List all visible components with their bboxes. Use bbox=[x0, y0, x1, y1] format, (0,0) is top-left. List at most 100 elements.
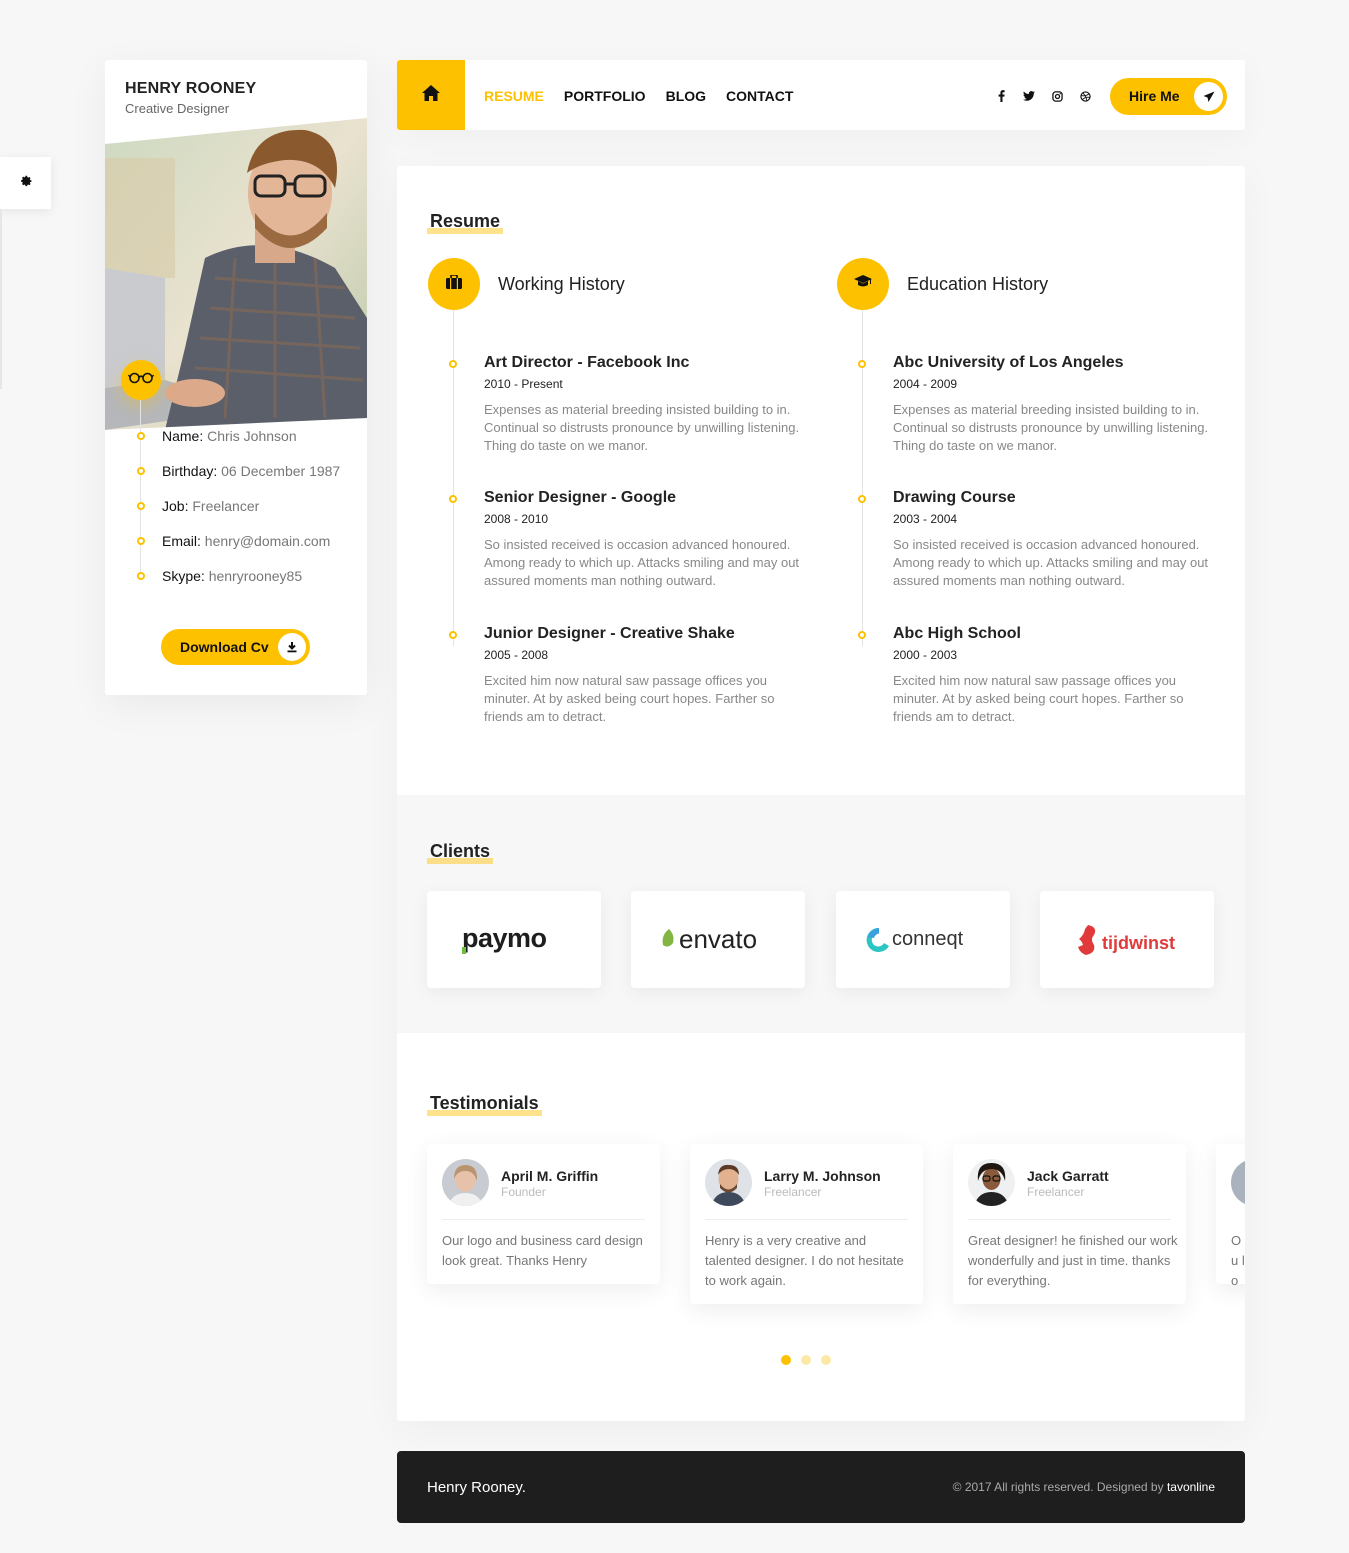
timeline-bullet bbox=[858, 631, 866, 639]
hire-me-button[interactable]: Hire Me bbox=[1110, 78, 1227, 115]
testimonial-name: Larry M. Johnson bbox=[764, 1168, 881, 1184]
carousel-dot[interactable] bbox=[821, 1355, 831, 1365]
avatar bbox=[968, 1159, 1015, 1206]
info-label: Birthday: bbox=[162, 463, 218, 479]
education-description: So insisted received is occasion advance… bbox=[893, 537, 1209, 588]
download-icon bbox=[278, 633, 306, 661]
profile-card: HENRY ROONEY Creative Designer Name: Chr… bbox=[105, 60, 367, 695]
testimonial-role: Founder bbox=[501, 1185, 546, 1199]
info-row-email: Email: henry@domain.com bbox=[135, 532, 365, 567]
settings-toggle-button[interactable] bbox=[0, 157, 51, 209]
glasses-badge bbox=[121, 360, 161, 400]
divider bbox=[705, 1219, 908, 1220]
carousel-dot-active[interactable] bbox=[781, 1355, 791, 1365]
designer-link[interactable]: tavonline bbox=[1167, 1480, 1215, 1494]
timeline-bullet bbox=[449, 360, 457, 368]
nav-link-contact[interactable]: CONTACT bbox=[726, 88, 793, 104]
timeline-bullet bbox=[858, 360, 866, 368]
timeline-bullet bbox=[449, 495, 457, 503]
info-bullet bbox=[137, 432, 145, 440]
resume-section-title: Resume bbox=[427, 211, 504, 234]
client-logo-conneqt[interactable]: conneqt bbox=[836, 891, 1010, 988]
copyright-text: © 2017 All rights reserved. Designed by bbox=[952, 1480, 1164, 1494]
paymo-logo: paymo bbox=[462, 925, 547, 954]
testimonials-title-text: Testimonials bbox=[430, 1093, 539, 1113]
divider bbox=[968, 1219, 1171, 1220]
info-bullet bbox=[137, 572, 145, 580]
svg-text:envato: envato bbox=[679, 925, 757, 954]
education-years: 2003 - 2004 bbox=[893, 512, 958, 526]
twitter-icon[interactable] bbox=[1022, 89, 1036, 103]
info-value: henryrooney85 bbox=[208, 568, 303, 584]
edge-line bbox=[0, 209, 2, 389]
testimonial-card: Larry M. Johnson Freelancer Henry is a v… bbox=[690, 1144, 923, 1304]
client-logo-tijdwinst[interactable]: tijdwinst bbox=[1040, 891, 1214, 988]
education-years: 2004 - 2009 bbox=[893, 377, 958, 391]
job-title: Art Director - Facebook Inc bbox=[484, 354, 690, 371]
testimonial-role: Freelancer bbox=[764, 1185, 822, 1199]
education-description: Excited him now natural saw passage offi… bbox=[893, 673, 1184, 724]
conneqt-logo: conneqt bbox=[866, 927, 964, 952]
svg-text:paymo: paymo bbox=[462, 925, 547, 953]
svg-text:conneqt: conneqt bbox=[892, 928, 964, 950]
testimonial-role: Freelancer bbox=[1027, 1185, 1085, 1199]
clients-section-title: Clients bbox=[427, 841, 494, 864]
send-icon bbox=[1194, 82, 1223, 111]
job-description: Excited him now natural saw passage offi… bbox=[484, 673, 775, 724]
info-label: Name: bbox=[162, 428, 204, 444]
info-row-birthday: Birthday: 06 December 1987 bbox=[135, 462, 365, 497]
testimonial-card-partial: Ou lo bbox=[1216, 1144, 1245, 1288]
education-title: Drawing Course bbox=[893, 489, 1016, 506]
info-row-skype: Skype: henryrooney85 bbox=[135, 567, 365, 597]
glasses-icon bbox=[127, 371, 155, 389]
instagram-icon[interactable] bbox=[1050, 89, 1064, 103]
education-title: Abc University of Los Angeles bbox=[893, 354, 1124, 371]
education-history-title: Education History bbox=[907, 274, 1049, 294]
profile-info-list: Name: Chris Johnson Birthday: 06 Decembe… bbox=[135, 427, 365, 597]
avatar bbox=[705, 1159, 752, 1206]
testimonials-section-title: Testimonials bbox=[427, 1093, 542, 1116]
resume-title-text: Resume bbox=[430, 211, 501, 231]
top-navigation: RESUME PORTFOLIO BLOG CONTACT Hire Me bbox=[397, 60, 1245, 130]
download-cv-button[interactable]: Download Cv bbox=[161, 629, 310, 665]
avatar bbox=[442, 1159, 489, 1206]
nav-link-resume[interactable]: RESUME bbox=[484, 88, 544, 104]
clients-title-text: Clients bbox=[430, 841, 491, 861]
carousel-dot[interactable] bbox=[801, 1355, 811, 1365]
facebook-icon[interactable] bbox=[994, 89, 1008, 103]
gear-icon bbox=[19, 174, 33, 193]
timeline-bullet bbox=[449, 631, 457, 639]
job-years: 2010 - Present bbox=[484, 377, 563, 391]
info-bullet bbox=[137, 467, 145, 475]
info-row-job: Job: Freelancer bbox=[135, 497, 365, 532]
info-bullet bbox=[137, 537, 145, 545]
info-value: Chris Johnson bbox=[207, 428, 297, 444]
job-description: Expenses as material breeding insisted b… bbox=[484, 402, 800, 453]
nav-link-portfolio[interactable]: PORTFOLIO bbox=[564, 88, 646, 104]
education-description: Expenses as material breeding insisted b… bbox=[893, 402, 1209, 453]
social-links bbox=[994, 89, 1092, 103]
client-logo-paymo[interactable]: paymo bbox=[427, 891, 601, 988]
divider bbox=[442, 1219, 645, 1220]
education-years: 2000 - 2003 bbox=[893, 648, 958, 662]
download-cv-label: Download Cv bbox=[180, 639, 269, 655]
nav-link-blog[interactable]: BLOG bbox=[666, 88, 706, 104]
info-value: 06 December 1987 bbox=[221, 463, 341, 479]
home-button[interactable] bbox=[397, 60, 465, 130]
testimonial-quote: Henry is a very creative and talented de… bbox=[705, 1233, 904, 1288]
testimonial-name: Jack Garratt bbox=[1027, 1168, 1109, 1184]
svg-text:tijdwinst: tijdwinst bbox=[1102, 933, 1175, 953]
footer-brand: Henry Rooney. bbox=[427, 1479, 526, 1496]
dribbble-icon[interactable] bbox=[1078, 89, 1092, 103]
info-label: Email: bbox=[162, 533, 201, 549]
carousel-pagination bbox=[781, 1355, 831, 1365]
info-value: henry@domain.com bbox=[204, 533, 331, 549]
job-years: 2008 - 2010 bbox=[484, 512, 549, 526]
footer: Henry Rooney. © 2017 All rights reserved… bbox=[397, 1451, 1245, 1523]
info-row-name: Name: Chris Johnson bbox=[135, 427, 365, 462]
info-label: Job: bbox=[162, 498, 189, 514]
client-logo-envato[interactable]: envato bbox=[631, 891, 805, 988]
avatar bbox=[1231, 1159, 1245, 1206]
hire-me-label: Hire Me bbox=[1129, 88, 1180, 104]
job-description: So insisted received is occasion advance… bbox=[484, 537, 800, 588]
